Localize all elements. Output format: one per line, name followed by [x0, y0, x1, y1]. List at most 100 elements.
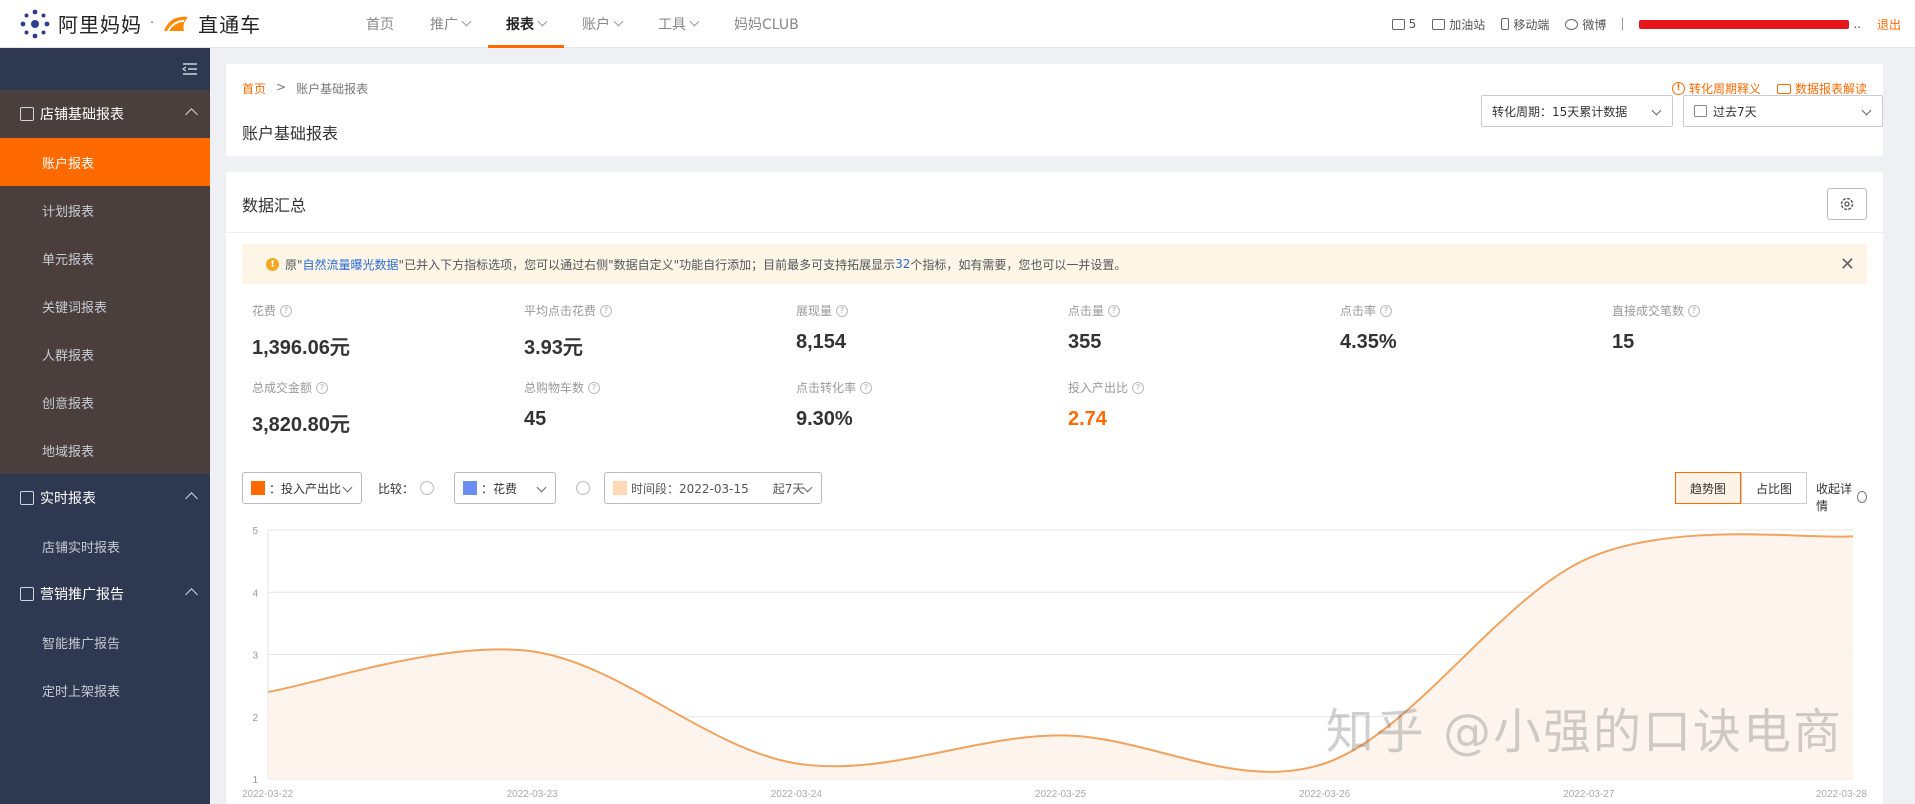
nav-account[interactable]: 账户	[564, 0, 640, 48]
sidebar-item-store-realtime[interactable]: 店铺实时报表	[0, 522, 210, 570]
compare-metric-radio[interactable]	[420, 481, 434, 495]
logout-link[interactable]: 退出	[1877, 16, 1901, 33]
nav-club-label: 妈妈CLUB	[734, 16, 799, 33]
help-icon[interactable]: ?	[280, 304, 293, 317]
conversion-cycle-select[interactable]: 转化周期：15天累计数据	[1481, 95, 1673, 127]
help-icon[interactable]: ?	[1108, 304, 1121, 317]
primary-metric-select[interactable]: ：投入产出比	[242, 472, 362, 504]
chevron-up-icon	[185, 108, 198, 121]
help-icon[interactable]: ?	[600, 304, 613, 317]
metric-value: 15	[1612, 331, 1635, 353]
metric-value: 355	[1068, 331, 1102, 353]
chevron-down-icon	[613, 16, 624, 27]
sidebar-item-plan-report[interactable]: 计划报表	[0, 186, 210, 234]
nav-tools[interactable]: 工具	[640, 0, 716, 48]
help-icon[interactable]: ?	[316, 381, 329, 394]
help-icon[interactable]: ?	[1688, 304, 1701, 317]
mobile-icon	[1501, 18, 1510, 30]
gear-icon	[1840, 197, 1854, 211]
sidebar-group-title: 店铺基础报表	[40, 107, 124, 123]
series-color-swatch	[463, 481, 477, 495]
metric-label: 点击率	[1340, 304, 1377, 318]
sidebar-group-head-store-basic[interactable]: 店铺基础报表	[0, 90, 210, 138]
chevron-down-icon	[689, 16, 700, 27]
help-icon[interactable]: ?	[1132, 381, 1145, 394]
y-tick-label: 3	[252, 651, 258, 662]
sidebar-item-unit-report[interactable]: 单元报表	[0, 234, 210, 282]
user-suffix: ..	[1853, 17, 1861, 31]
marketing-report-icon	[20, 587, 34, 601]
y-tick-label: 2	[252, 713, 258, 724]
sidebar-group-head-marketing[interactable]: 营销推广报告	[0, 570, 210, 618]
custom-settings-button[interactable]	[1827, 188, 1867, 220]
compare-period-radio[interactable]	[576, 481, 590, 495]
brand[interactable]: 阿里妈妈 · 直通车	[18, 7, 338, 41]
nav-reports[interactable]: 报表	[488, 0, 564, 48]
ratio-view-button[interactable]: 占比图	[1741, 472, 1808, 504]
sidebar-item-account-report[interactable]: 账户报表	[0, 138, 210, 186]
sidebar-item-crowd-report[interactable]: 人群报表	[0, 330, 210, 378]
metric-label: 点击量	[1068, 304, 1105, 318]
sidebar-item-region-report[interactable]: 地域报表	[0, 426, 210, 474]
sidebar-item-label: 智能推广报告	[42, 636, 121, 652]
x-tick-label: 2022-03-23	[507, 789, 559, 800]
brand-ztc: 直通车	[198, 13, 262, 37]
sidebar-item-label: 账户报表	[42, 156, 95, 172]
collapse-details-button[interactable]: 收起详情	[1816, 480, 1867, 514]
bookmark-icon	[1432, 18, 1446, 30]
breadcrumb-home[interactable]: 首页	[242, 80, 266, 97]
sidebar-item-label: 关键词报表	[42, 300, 108, 316]
compare-period-select[interactable]: 时间段：2022-03-15 起7天	[604, 472, 822, 504]
collapse-details-label: 收起详情	[1816, 482, 1853, 513]
user-name[interactable]: ..	[1639, 17, 1861, 31]
primary-metric-value: ：投入产出比	[269, 481, 342, 496]
help-icon[interactable]: ?	[860, 381, 873, 394]
redacted-username	[1639, 19, 1850, 29]
metric-value: 3,820.80元	[252, 414, 350, 436]
chevron-down-icon	[537, 16, 548, 27]
help-icon[interactable]: ?	[588, 381, 601, 394]
conversion-cycle-value: 转化周期：15天累计数据	[1492, 104, 1628, 119]
sidebar-item-scheduled-listing[interactable]: 定时上架报表	[0, 666, 210, 714]
metric-value: 2.74	[1068, 408, 1107, 430]
close-icon[interactable]: ✕	[1840, 254, 1855, 275]
metric-card: 点击率? 4.35%	[1340, 302, 1600, 354]
help-icon[interactable]: ?	[1380, 304, 1393, 317]
notice-suffix: 个指标，如有需要，您也可以一并设置。	[910, 257, 1127, 272]
nav-tools-label: 工具	[658, 16, 686, 33]
sidebar-group-realtime: 实时报表 店铺实时报表	[0, 474, 210, 570]
weibo-link[interactable]: 微博	[1565, 16, 1606, 33]
sidebar-group-head-realtime[interactable]: 实时报表	[0, 474, 210, 522]
notice-mid: "已并入下方指标选项，您可以通过右侧"数据自定义"功能自行添加；目前最多可支持拓…	[398, 257, 896, 272]
date-range-select[interactable]: 过去7天	[1683, 95, 1883, 127]
trend-view-button[interactable]: 趋势图	[1675, 472, 1742, 504]
nav-account-label: 账户	[582, 16, 610, 33]
sidebar-item-keyword-report[interactable]: 关键词报表	[0, 282, 210, 330]
breadcrumb-current: 账户基础报表	[296, 82, 369, 96]
chart-controls: ：投入产出比 比较： ：花费 时间段：2022-03-15 起7天 趋势图 占比…	[242, 472, 1867, 513]
nav-promotion[interactable]: 推广	[412, 0, 488, 48]
help-icon[interactable]: ?	[836, 304, 849, 317]
chevron-down-icon	[1651, 105, 1662, 116]
sidebar-item-smart-promo[interactable]: 智能推广报告	[0, 618, 210, 666]
favorites-label: 加油站	[1449, 17, 1486, 32]
ztc-logo-icon	[164, 16, 189, 32]
messages-link[interactable]: 5	[1391, 17, 1416, 31]
nav-home[interactable]: 首页	[348, 0, 412, 48]
sidebar-item-label: 定时上架报表	[42, 684, 121, 700]
divider	[1622, 18, 1624, 30]
sidebar-item-label: 创意报表	[42, 396, 95, 412]
weibo-label: 微博	[1582, 17, 1607, 32]
compare-metric-select[interactable]: ：花费	[454, 472, 556, 504]
nav-club[interactable]: 妈妈CLUB	[716, 0, 817, 48]
nav-home-label: 首页	[366, 16, 394, 33]
sidebar-item-creative-report[interactable]: 创意报表	[0, 378, 210, 426]
sidebar-collapse-button[interactable]	[0, 48, 210, 90]
mobile-link[interactable]: 移动端	[1501, 16, 1549, 33]
divider	[226, 232, 1883, 233]
nav-promotion-label: 推广	[430, 16, 458, 33]
compare-period-suffix: 起7天	[772, 481, 805, 496]
collapse-menu-icon	[182, 63, 197, 75]
info-icon: !	[1671, 82, 1685, 95]
favorites-link[interactable]: 加油站	[1432, 16, 1485, 33]
